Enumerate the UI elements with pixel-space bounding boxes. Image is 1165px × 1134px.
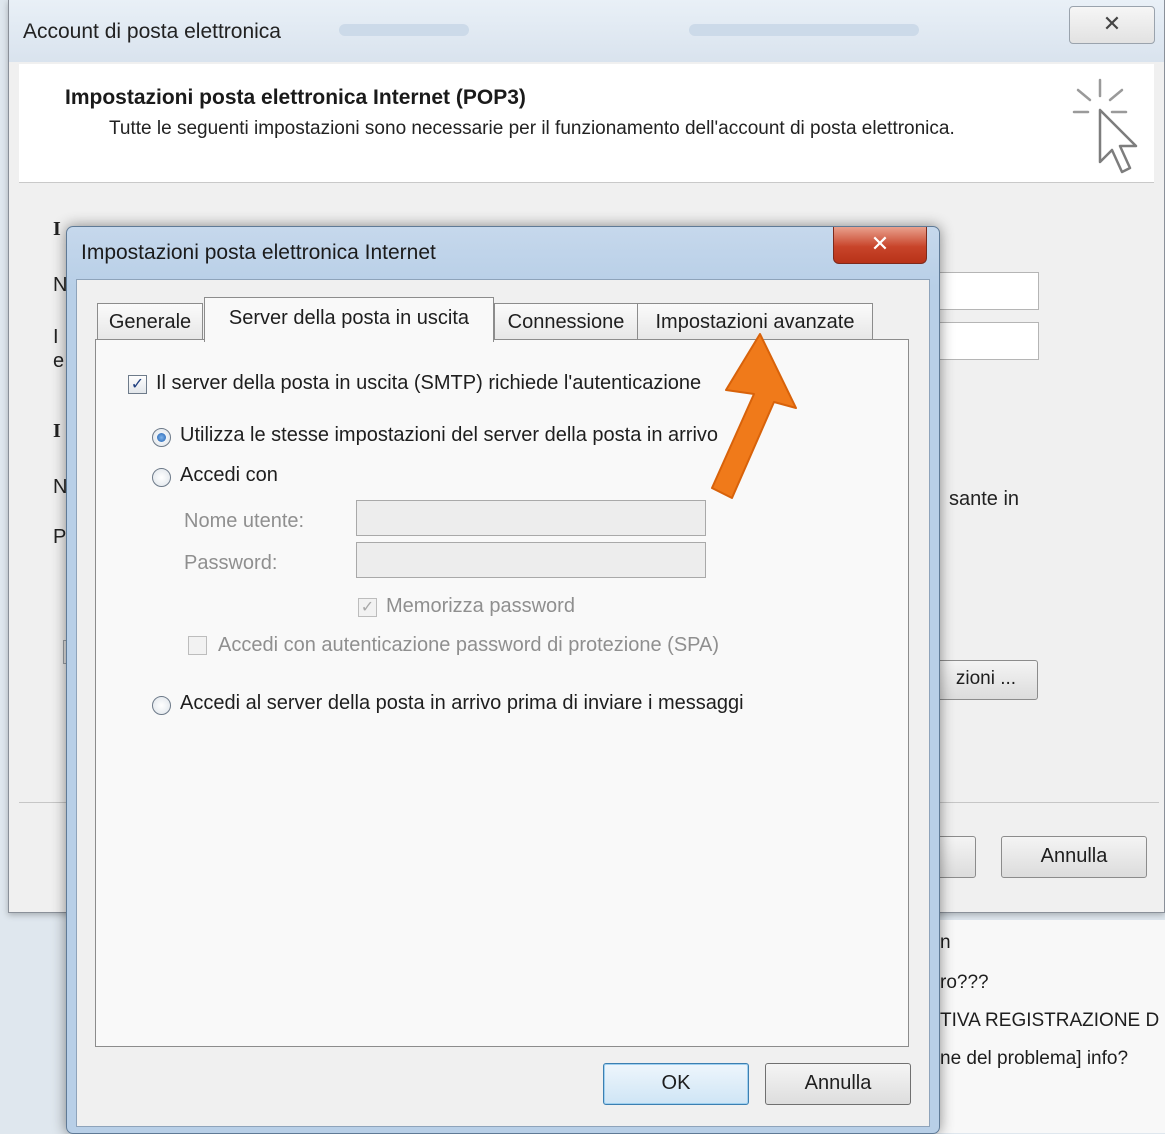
field-fragment: P [53, 526, 67, 548]
field-fragment: I [53, 420, 61, 442]
field-fragment: I [53, 218, 61, 240]
username-label: Nome utente: [184, 510, 305, 532]
password-input[interactable] [356, 542, 706, 578]
close-button[interactable]: ✕ [1069, 6, 1155, 44]
dialog-close-button[interactable]: ✕ [833, 227, 927, 264]
wizard-description: Tutte le seguenti impostazioni sono nece… [109, 118, 955, 139]
annotation-arrow-icon [711, 333, 797, 499]
back-button[interactable] [934, 836, 976, 878]
incoming-first-radio[interactable] [152, 696, 171, 715]
tab-generale[interactable]: Generale [97, 303, 203, 340]
login-with-radio[interactable] [152, 468, 171, 487]
list-item[interactable]: n [940, 932, 951, 954]
spa-checkbox[interactable] [188, 636, 207, 655]
username-input[interactable] [356, 500, 706, 536]
list-item[interactable]: ro??? [940, 972, 989, 994]
background-text-field[interactable] [939, 322, 1039, 360]
background-text-field[interactable] [939, 272, 1039, 310]
incoming-first-label: Accedi al server della posta in arrivo p… [180, 692, 744, 714]
cancel-button[interactable]: Annulla [1001, 836, 1147, 878]
blurred-text [339, 24, 469, 36]
spa-label: Accedi con autenticazione password di pr… [218, 634, 720, 656]
login-with-label: Accedi con [180, 464, 278, 486]
list-item[interactable]: ne del problema] info? [940, 1048, 1128, 1070]
cursor-sparkle-icon [1072, 78, 1138, 174]
internet-email-settings-dialog: Impostazioni posta elettronica Internet … [66, 226, 940, 1134]
ok-button[interactable]: OK [603, 1063, 749, 1105]
field-fragment: e [53, 350, 65, 372]
same-settings-radio[interactable] [152, 428, 171, 447]
window-title: Account di posta elettronica [23, 20, 281, 43]
list-item[interactable]: TIVA REGISTRAZIONE D [940, 1010, 1159, 1032]
tab-outgoing-server[interactable]: Server della posta in uscita [204, 297, 494, 342]
wizard-title: Impostazioni posta elettronica Internet … [65, 86, 526, 109]
same-settings-label: Utilizza le stesse impostazioni del serv… [180, 424, 719, 446]
field-fragment: I [53, 326, 59, 348]
cancel-button[interactable]: Annulla [765, 1063, 911, 1105]
dialog-title: Impostazioni posta elettronica Internet [81, 241, 436, 264]
smtp-auth-checkbox[interactable]: ✓ [128, 375, 147, 394]
background-text: sante in [949, 488, 1020, 510]
smtp-auth-label: Il server della posta in uscita (SMTP) r… [156, 372, 702, 394]
more-settings-button[interactable]: zioni ... [934, 660, 1038, 700]
password-label: Password: [184, 552, 278, 574]
tab-connessione[interactable]: Connessione [494, 303, 638, 340]
window-titlebar: Account di posta elettronica ✕ [9, 0, 1164, 62]
remember-password-label: Memorizza password [386, 595, 575, 617]
remember-password-checkbox[interactable]: ✓ [358, 598, 377, 617]
blurred-text [689, 24, 919, 36]
wizard-header: Impostazioni posta elettronica Internet … [19, 64, 1154, 183]
